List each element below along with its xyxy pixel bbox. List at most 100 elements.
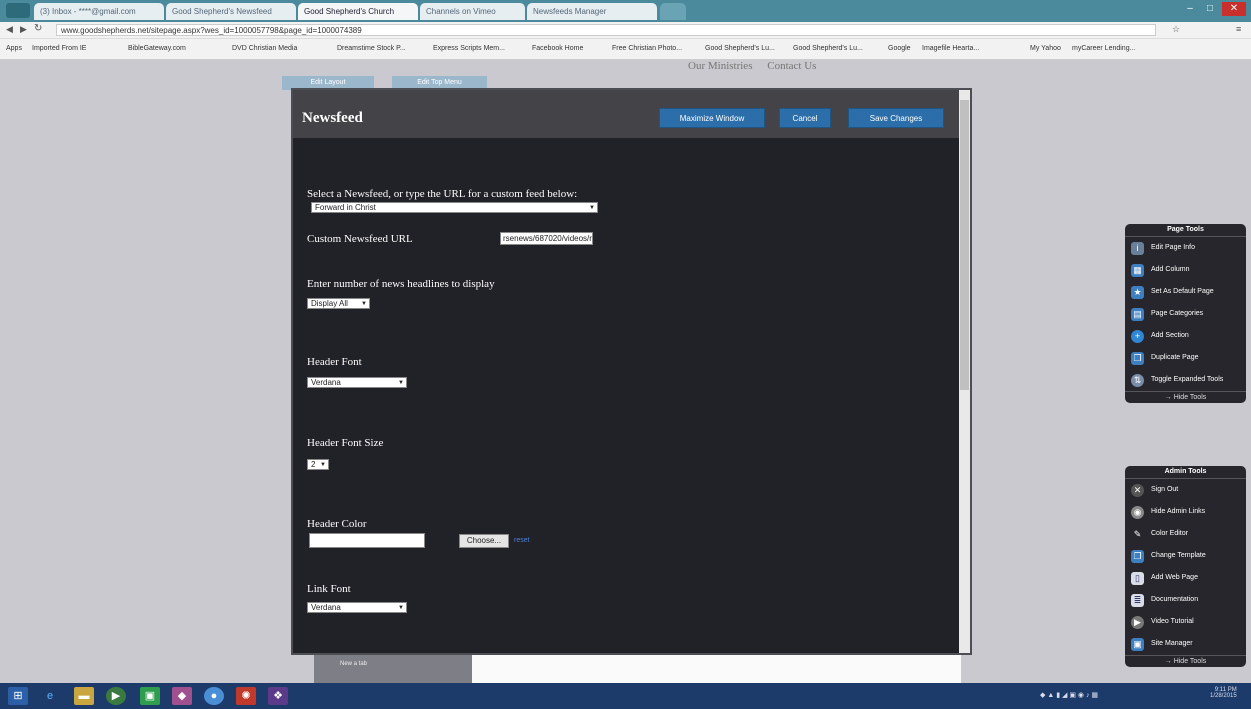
- cancel-button[interactable]: Cancel: [779, 108, 831, 128]
- save-changes-button[interactable]: Save Changes: [848, 108, 944, 128]
- bookmark-item[interactable]: DVD Christian Media: [232, 45, 297, 52]
- windows-taskbar: ⊞ e ▬ ▶ ▣ ◆ ● ✺ ❖ ◆ ▲ ▮ ◢ ▣ ◉ ♪ ▦ 9:11 P…: [0, 683, 1251, 709]
- firefox-icon[interactable]: ✺: [236, 687, 256, 705]
- reload-icon[interactable]: ↻: [34, 23, 42, 34]
- page-tools-title: Page Tools: [1125, 224, 1246, 237]
- link-font-select[interactable]: Verdana ▼: [307, 602, 407, 613]
- bookmark-item[interactable]: Facebook Home: [532, 45, 583, 52]
- internet-explorer-icon[interactable]: e: [40, 687, 60, 705]
- browser-tab-3[interactable]: Good Shepherd's Church: [298, 3, 418, 20]
- page-tool-add-column[interactable]: ▦ Add Column: [1125, 259, 1246, 281]
- chevron-down-icon: ▼: [361, 301, 367, 307]
- admin-tool-sign-out[interactable]: ✕ Sign Out: [1125, 479, 1246, 501]
- store-icon[interactable]: ▣: [140, 687, 160, 705]
- page-tool-toggle-expanded[interactable]: ⇅ Toggle Expanded Tools: [1125, 369, 1246, 391]
- nav-our-ministries[interactable]: Our Ministries: [688, 60, 752, 72]
- app-icon[interactable]: ◆: [172, 687, 192, 705]
- system-tray[interactable]: ◆ ▲ ▮ ◢ ▣ ◉ ♪ ▦: [1040, 691, 1098, 699]
- hide-admin-tools[interactable]: → Hide Tools: [1125, 655, 1246, 667]
- admin-tool-site-manager[interactable]: ▣ Site Manager: [1125, 633, 1246, 655]
- admin-tool-color-editor[interactable]: ✎ Color Editor: [1125, 523, 1246, 545]
- bookmark-item[interactable]: Express Scripts Mem...: [433, 45, 505, 52]
- page-tools-panel: Page Tools i Edit Page Info ▦ Add Column ★…: [1125, 224, 1246, 403]
- menu-icon[interactable]: ≡: [1236, 24, 1241, 34]
- hide-page-tools[interactable]: → Hide Tools: [1125, 391, 1246, 403]
- clock[interactable]: 9:11 PM 1/28/2015: [1210, 687, 1237, 699]
- add-section-icon: +: [1131, 330, 1144, 343]
- url-input[interactable]: www.goodshepherds.net/sitepage.aspx?wes_…: [56, 24, 1156, 36]
- toggle-icon: ⇅: [1131, 374, 1144, 387]
- header-font-select[interactable]: Verdana ▼: [307, 377, 407, 388]
- admin-tool-video-tutorial[interactable]: ▶ Video Tutorial: [1125, 611, 1246, 633]
- bookmark-item[interactable]: Dreamstime Stock P...: [337, 45, 406, 52]
- maximize-window-button[interactable]: Maximize Window: [659, 108, 765, 128]
- page-tool-set-default[interactable]: ★ Set As Default Page: [1125, 281, 1246, 303]
- back-icon[interactable]: ◀: [6, 24, 13, 35]
- headlines-select[interactable]: Display All ▼: [307, 298, 370, 309]
- bookmark-item[interactable]: My Yahoo: [1030, 45, 1061, 52]
- star-icon[interactable]: ☆: [1172, 24, 1180, 35]
- media-player-icon[interactable]: ▶: [106, 687, 126, 705]
- documentation-icon: ≣: [1131, 594, 1144, 607]
- forward-icon[interactable]: ▶: [20, 24, 27, 35]
- chevron-down-icon: ▼: [398, 380, 404, 386]
- admin-tool-documentation[interactable]: ≣ Documentation: [1125, 589, 1246, 611]
- app-icon-2[interactable]: ❖: [268, 687, 288, 705]
- minimize-icon[interactable]: –: [1180, 2, 1200, 16]
- page-column-left: New a tab: [314, 655, 472, 683]
- site-manager-icon: ▣: [1131, 638, 1144, 651]
- header-font-size-select[interactable]: 2 ▼: [307, 459, 329, 470]
- page-tool-add-section[interactable]: + Add Section: [1125, 325, 1246, 347]
- file-explorer-icon[interactable]: ▬: [74, 687, 94, 705]
- nav-contact-us[interactable]: Contact Us: [767, 60, 816, 72]
- admin-tool-hide-links[interactable]: ◉ Hide Admin Links: [1125, 501, 1246, 523]
- select-feed-label: Select a Newsfeed, or type the URL for a…: [307, 188, 578, 200]
- custom-url-input[interactable]: rsenews/687020/videos/rss: [500, 232, 593, 245]
- default-page-icon: ★: [1131, 286, 1144, 299]
- browser-tab-1[interactable]: (3) Inbox - ****@gmail.com: [34, 3, 164, 20]
- scroll-thumb[interactable]: [960, 100, 969, 390]
- page-tool-categories[interactable]: ▤ Page Categories: [1125, 303, 1246, 325]
- reset-color-link[interactable]: reset: [514, 537, 530, 544]
- page-tool-edit-info[interactable]: i Edit Page Info: [1125, 237, 1246, 259]
- address-bar: ◀ ▶ ↻ www.goodshepherds.net/sitepage.asp…: [0, 22, 1251, 39]
- admin-tools-panel: Admin Tools ✕ Sign Out ◉ Hide Admin Links …: [1125, 466, 1246, 667]
- bookmark-item[interactable]: Good Shepherd's Lu...: [705, 45, 775, 52]
- bookmark-item[interactable]: Google: [888, 45, 911, 52]
- windows-start-icon[interactable]: ⊞: [8, 687, 28, 705]
- admin-tool-add-web-page[interactable]: ▯ Add Web Page: [1125, 567, 1246, 589]
- bookmark-item[interactable]: Free Christian Photo...: [612, 45, 682, 52]
- maximize-icon[interactable]: □: [1200, 2, 1220, 16]
- bookmark-item[interactable]: Good Shepherd's Lu...: [793, 45, 863, 52]
- browser-tab-4[interactable]: Channels on Vimeo: [420, 3, 525, 20]
- chrome-user-icon[interactable]: [6, 3, 30, 18]
- color-editor-icon: ✎: [1133, 529, 1142, 539]
- column-label: New a tab: [340, 661, 368, 667]
- header-color-label: Header Color: [307, 518, 367, 530]
- bookmark-item[interactable]: myCareer Lending...: [1072, 45, 1135, 52]
- chevron-down-icon: ▼: [320, 462, 326, 468]
- bookmark-item[interactable]: Imported From IE: [32, 45, 86, 52]
- video-icon: ▶: [1131, 616, 1144, 629]
- page-tool-duplicate[interactable]: ❐ Duplicate Page: [1125, 347, 1246, 369]
- browser-tab-2[interactable]: Good Shepherd's Newsfeed: [166, 3, 296, 20]
- header-font-value: Verdana: [311, 378, 341, 387]
- new-tab-button[interactable]: [660, 3, 686, 20]
- chrome-icon[interactable]: ●: [204, 687, 224, 705]
- modal-scrollbar[interactable]: [959, 90, 970, 653]
- bookmark-item[interactable]: BibleGateway.com: [128, 45, 186, 52]
- admin-tools-title: Admin Tools: [1125, 466, 1246, 479]
- chevron-down-icon: ▼: [589, 205, 595, 211]
- headlines-select-value: Display All: [311, 299, 348, 308]
- close-icon[interactable]: ✕: [1222, 2, 1246, 16]
- header-font-label: Header Font: [307, 356, 362, 368]
- choose-color-button[interactable]: Choose...: [459, 534, 509, 548]
- modal-header: Newsfeed Maximize Window Cancel Save Cha…: [293, 90, 970, 138]
- header-color-input[interactable]: [309, 533, 425, 548]
- modal-title: Newsfeed: [302, 110, 363, 126]
- admin-tool-change-template[interactable]: ❐ Change Template: [1125, 545, 1246, 567]
- bookmark-item[interactable]: Apps: [6, 45, 22, 52]
- bookmark-item[interactable]: Imagefile Hearta...: [922, 45, 979, 52]
- browser-tab-5[interactable]: Newsfeeds Manager: [527, 3, 657, 20]
- feed-select[interactable]: Forward in Christ ▼: [311, 202, 598, 213]
